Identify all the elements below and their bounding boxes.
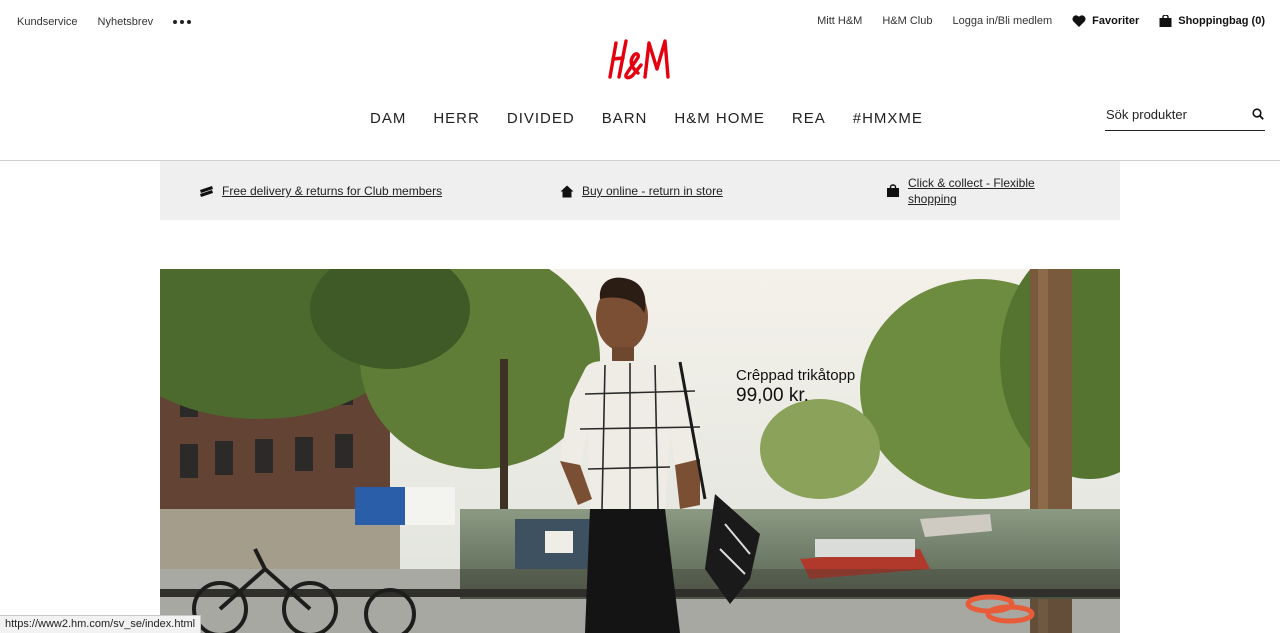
usp-collect-link[interactable]: Click & collect - Flexible shopping [908,175,1036,207]
card-icon [200,186,213,197]
nav-divided[interactable]: DIVIDED [507,110,575,127]
nav-hm-home[interactable]: H&M HOME [674,110,765,127]
top-left-links: Kundservice Nyhetsbrev [17,15,192,29]
shopping-bag-link[interactable]: Shoppingbag (0) [1159,15,1265,27]
usp-item-return: Buy online - return in store [560,183,723,199]
nav-barn[interactable]: BARN [602,110,648,127]
hero-banner[interactable]: Crêppad trikåtopp 99,00 kr. [160,269,1120,633]
nav-herr[interactable]: HERR [433,110,480,127]
usp-return-link[interactable]: Buy online - return in store [582,183,723,199]
nav-dam[interactable]: DAM [370,110,406,127]
login-link[interactable]: Logga in/Bli medlem [952,15,1052,27]
status-bar-url: https://www2.hm.com/sv_se/index.html [0,615,202,633]
hero-product-name: Crêppad trikåtopp [736,367,856,384]
hero-image [160,269,1120,633]
shopping-bag-icon [1159,15,1172,27]
favorites-label: Favoriter [1092,15,1140,27]
search-box [1105,100,1265,131]
hm-club-link[interactable]: H&M Club [882,15,932,27]
nav-hmxme[interactable]: #HMXME [853,110,923,127]
hero-product-price: 99,00 kr. [736,385,809,406]
usp-delivery-link[interactable]: Free delivery & returns for Club members [222,183,442,199]
favorites-link[interactable]: Favoriter [1072,15,1139,27]
customer-service-link[interactable]: Kundservice [17,16,78,28]
search-input[interactable] [1106,104,1244,124]
more-dots-icon[interactable] [173,15,192,29]
nav-rea[interactable]: REA [792,110,826,127]
my-hm-link[interactable]: Mitt H&M [817,15,862,27]
hm-logo[interactable] [607,35,673,81]
main-navigation: DAM HERR DIVIDED BARN H&M HOME REA #HMXM… [370,110,923,127]
search-icon[interactable] [1252,108,1264,120]
hero-product-info[interactable]: Crêppad trikåtopp 99,00 kr. [736,367,855,407]
usp-item-collect: Click & collect - Flexible shopping [886,175,1036,207]
usp-item-delivery: Free delivery & returns for Club members [199,183,442,199]
heart-icon [1072,15,1086,27]
top-right-links: Mitt H&M H&M Club Logga in/Bli medlem Fa… [817,15,1265,27]
home-icon [560,185,574,198]
shopping-bag-label: Shoppingbag (0) [1178,15,1265,27]
bag-icon [887,184,899,197]
usp-bar: Free delivery & returns for Club members… [160,161,1120,220]
newsletter-link[interactable]: Nyhetsbrev [98,16,154,28]
